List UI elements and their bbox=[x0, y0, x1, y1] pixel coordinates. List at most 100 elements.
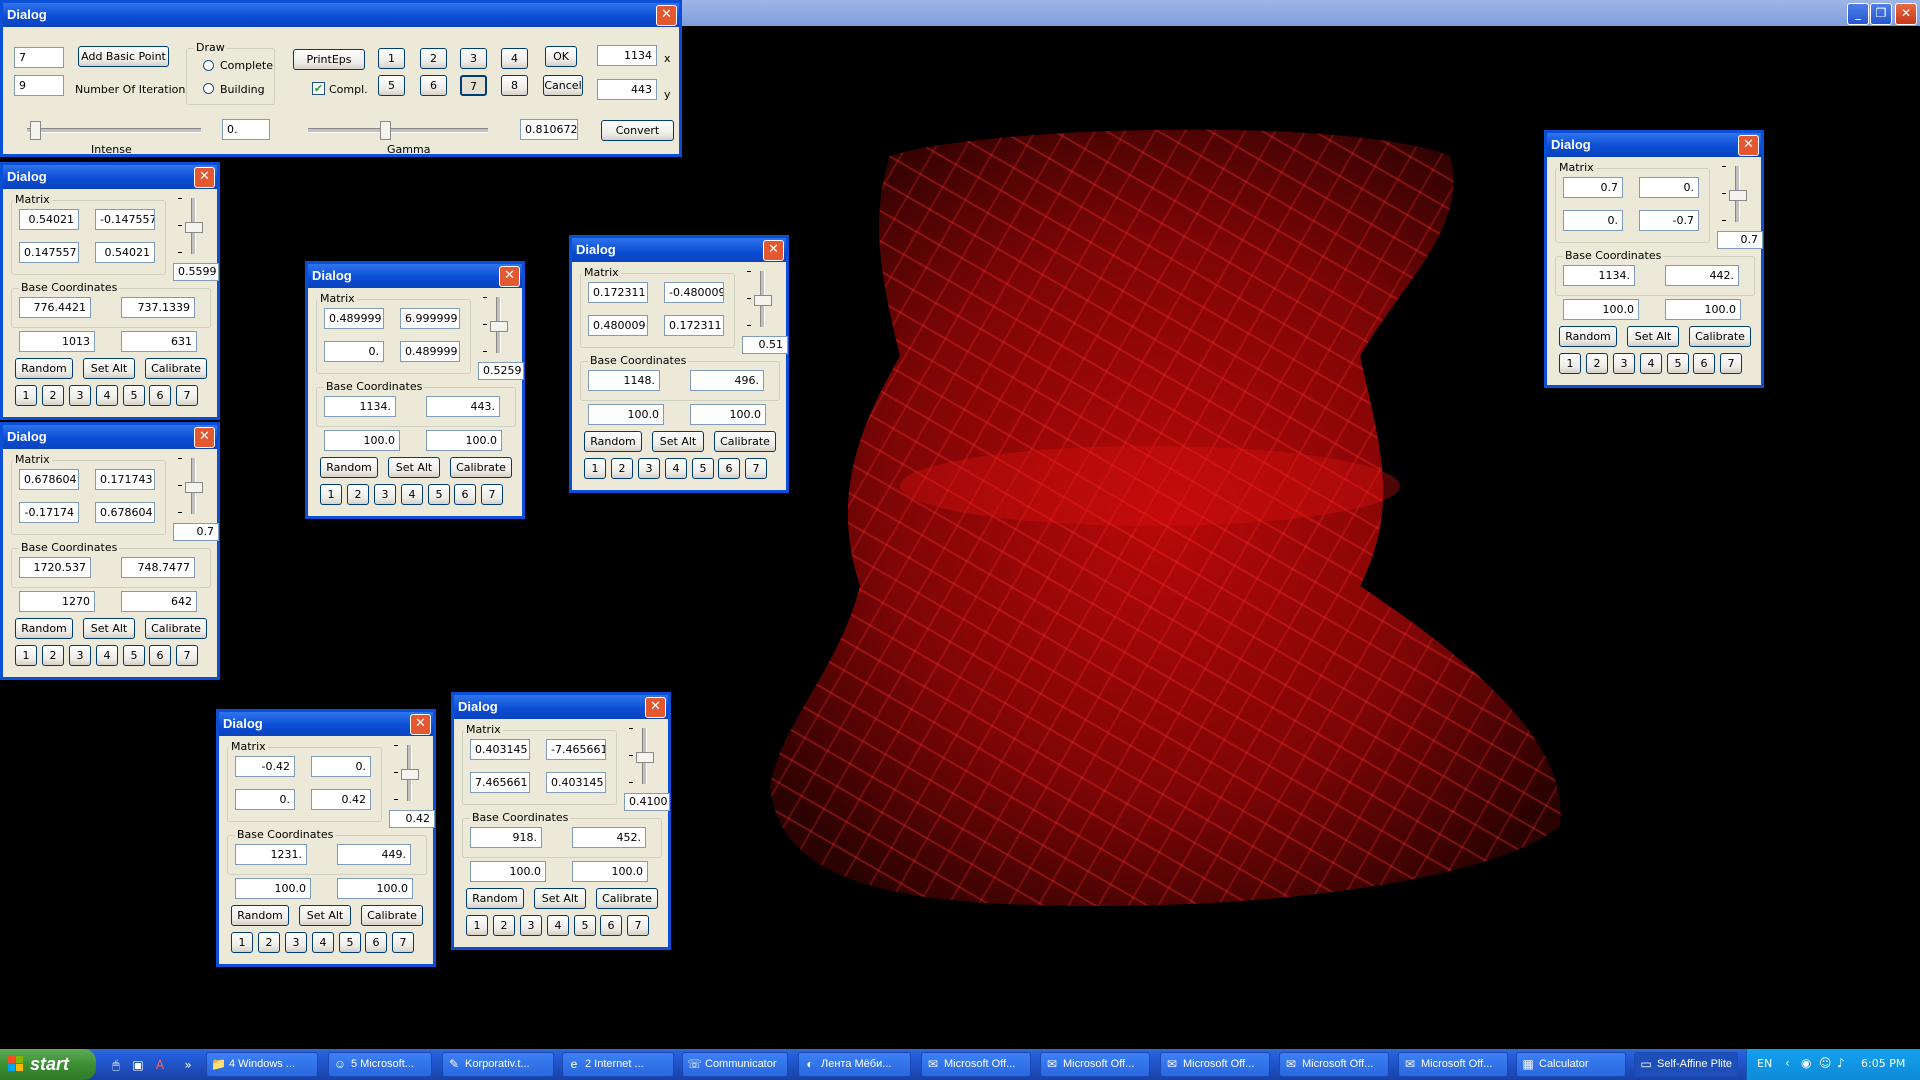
number-button-2[interactable]: 2 bbox=[1586, 353, 1608, 374]
number-button-2[interactable]: 2 bbox=[420, 48, 447, 69]
basic-points-input[interactable]: 7 bbox=[14, 47, 64, 68]
matrix-b-input[interactable]: -0.480009 bbox=[664, 282, 724, 303]
set-alt-button[interactable]: Set Alt bbox=[388, 457, 440, 478]
minimize-button[interactable]: _ bbox=[1847, 3, 1869, 25]
base-x-input[interactable]: 1148. bbox=[588, 370, 660, 391]
ok-button[interactable]: OK bbox=[545, 46, 577, 67]
calibrate-button[interactable]: Calibrate bbox=[714, 431, 776, 452]
matrix-d-input[interactable]: 0.172311 bbox=[664, 315, 724, 336]
close-icon[interactable]: ✕ bbox=[656, 5, 677, 26]
close-icon[interactable]: ✕ bbox=[194, 167, 215, 188]
number-button-8[interactable]: 8 bbox=[501, 75, 528, 96]
number-button-4[interactable]: 4 bbox=[96, 645, 118, 666]
number-button-1[interactable]: 1 bbox=[15, 385, 37, 406]
value-y-input[interactable]: 100.0 bbox=[337, 878, 413, 899]
number-button-6[interactable]: 6 bbox=[718, 458, 740, 479]
number-button-7[interactable]: 7 bbox=[176, 385, 198, 406]
calibrate-button[interactable]: Calibrate bbox=[596, 888, 658, 909]
clock[interactable]: 6:05 PM bbox=[1861, 1057, 1905, 1070]
number-button-2[interactable]: 2 bbox=[258, 932, 280, 953]
number-button-2[interactable]: 2 bbox=[42, 385, 64, 406]
value-x-input[interactable]: 1013 bbox=[19, 331, 95, 352]
number-button-4[interactable]: 4 bbox=[312, 932, 334, 953]
quicklaunch-mouse-icon[interactable]: 🖱 bbox=[108, 1057, 124, 1073]
intense-slider[interactable] bbox=[27, 119, 201, 141]
scale-slider[interactable] bbox=[629, 726, 659, 788]
gamma-slider[interactable] bbox=[308, 119, 488, 141]
taskbar-item-3[interactable]: ✎ Korporativ.t... bbox=[442, 1052, 554, 1077]
number-button-1[interactable]: 1 bbox=[1559, 353, 1581, 374]
number-button-3[interactable]: 3 bbox=[520, 915, 542, 936]
random-button[interactable]: Random bbox=[1559, 326, 1617, 347]
value-x-input[interactable]: 100.0 bbox=[324, 430, 400, 451]
number-button-5[interactable]: 5 bbox=[428, 484, 450, 505]
random-button[interactable]: Random bbox=[466, 888, 524, 909]
number-button-1[interactable]: 1 bbox=[15, 645, 37, 666]
number-button-3[interactable]: 3 bbox=[69, 385, 91, 406]
set-alt-button[interactable]: Set Alt bbox=[534, 888, 586, 909]
number-button-7[interactable]: 7 bbox=[1720, 353, 1742, 374]
base-y-input[interactable]: 496. bbox=[690, 370, 764, 391]
x-input[interactable]: 1134 bbox=[597, 45, 657, 66]
convert-button[interactable]: Convert bbox=[601, 120, 674, 141]
matrix-c-input[interactable]: 0.147557 bbox=[19, 242, 79, 263]
iterations-input[interactable]: 9 bbox=[14, 75, 64, 96]
number-button-6[interactable]: 6 bbox=[149, 645, 171, 666]
scale-slider[interactable] bbox=[747, 269, 777, 331]
close-icon[interactable]: ✕ bbox=[499, 266, 520, 287]
tray-network-icon[interactable]: ◉ bbox=[1801, 1056, 1811, 1070]
value-x-input[interactable]: 100.0 bbox=[1563, 299, 1639, 320]
y-input[interactable]: 443 bbox=[597, 79, 657, 100]
number-button-4[interactable]: 4 bbox=[401, 484, 423, 505]
matrix-b-input[interactable]: -7.465661 bbox=[546, 739, 606, 760]
scale-input[interactable]: 0.5599 bbox=[173, 263, 219, 281]
number-button-3[interactable]: 3 bbox=[69, 645, 91, 666]
number-button-6[interactable]: 6 bbox=[420, 75, 447, 96]
tray-volume-icon[interactable]: ♪ bbox=[1837, 1056, 1845, 1070]
scale-slider[interactable] bbox=[178, 196, 208, 258]
number-button-6[interactable]: 6 bbox=[149, 385, 171, 406]
matrix-d-input[interactable]: 0.489999 bbox=[400, 341, 460, 362]
gamma-input[interactable]: 0.810672 bbox=[520, 119, 578, 140]
matrix-c-input[interactable]: 0. bbox=[235, 789, 295, 810]
compl-checkbox[interactable]: ✔ bbox=[312, 82, 325, 95]
random-button[interactable]: Random bbox=[584, 431, 642, 452]
number-button-3[interactable]: 3 bbox=[460, 48, 487, 69]
number-button-7[interactable]: 7 bbox=[745, 458, 767, 479]
matrix-b-input[interactable]: 0.171743 bbox=[95, 469, 155, 490]
number-button-5[interactable]: 5 bbox=[574, 915, 596, 936]
taskbar-item-13[interactable]: ▭ Self-Affine Plite bbox=[1634, 1052, 1738, 1077]
close-icon[interactable]: ✕ bbox=[410, 714, 431, 735]
value-y-input[interactable]: 642 bbox=[121, 591, 197, 612]
calibrate-button[interactable]: Calibrate bbox=[145, 358, 207, 379]
number-button-1[interactable]: 1 bbox=[466, 915, 488, 936]
number-button-4[interactable]: 4 bbox=[501, 48, 528, 69]
quicklaunch-chevron-icon[interactable]: » bbox=[180, 1057, 196, 1073]
number-button-5[interactable]: 5 bbox=[123, 385, 145, 406]
set-alt-button[interactable]: Set Alt bbox=[299, 905, 351, 926]
matrix-b-input[interactable]: 0. bbox=[1639, 177, 1699, 198]
number-button-6[interactable]: 6 bbox=[600, 915, 622, 936]
number-button-4[interactable]: 4 bbox=[665, 458, 687, 479]
number-button-1[interactable]: 1 bbox=[584, 458, 606, 479]
taskbar-item-7[interactable]: ✉ Microsoft Off... bbox=[921, 1052, 1031, 1077]
random-button[interactable]: Random bbox=[15, 358, 73, 379]
taskbar-item-10[interactable]: ✉ Microsoft Off... bbox=[1279, 1052, 1389, 1077]
number-button-5[interactable]: 5 bbox=[1667, 353, 1689, 374]
close-icon[interactable]: ✕ bbox=[1738, 135, 1759, 156]
number-button-3[interactable]: 3 bbox=[374, 484, 396, 505]
number-button-5[interactable]: 5 bbox=[692, 458, 714, 479]
taskbar-item-12[interactable]: ▦ Calculator bbox=[1516, 1052, 1626, 1077]
matrix-b-input[interactable]: 6.999999 bbox=[400, 308, 460, 329]
matrix-a-input[interactable]: 0.7 bbox=[1563, 177, 1623, 198]
calibrate-button[interactable]: Calibrate bbox=[1689, 326, 1751, 347]
matrix-c-input[interactable]: 7.465661 bbox=[470, 772, 530, 793]
taskbar-item-9[interactable]: ✉ Microsoft Off... bbox=[1160, 1052, 1270, 1077]
value-y-input[interactable]: 100.0 bbox=[572, 861, 648, 882]
base-x-input[interactable]: 1134. bbox=[1563, 265, 1635, 286]
number-button-3[interactable]: 3 bbox=[1613, 353, 1635, 374]
value-x-input[interactable]: 100.0 bbox=[470, 861, 546, 882]
tray-chevron-icon[interactable]: ‹ bbox=[1785, 1056, 1790, 1070]
value-x-input[interactable]: 100.0 bbox=[235, 878, 311, 899]
calibrate-button[interactable]: Calibrate bbox=[450, 457, 512, 478]
